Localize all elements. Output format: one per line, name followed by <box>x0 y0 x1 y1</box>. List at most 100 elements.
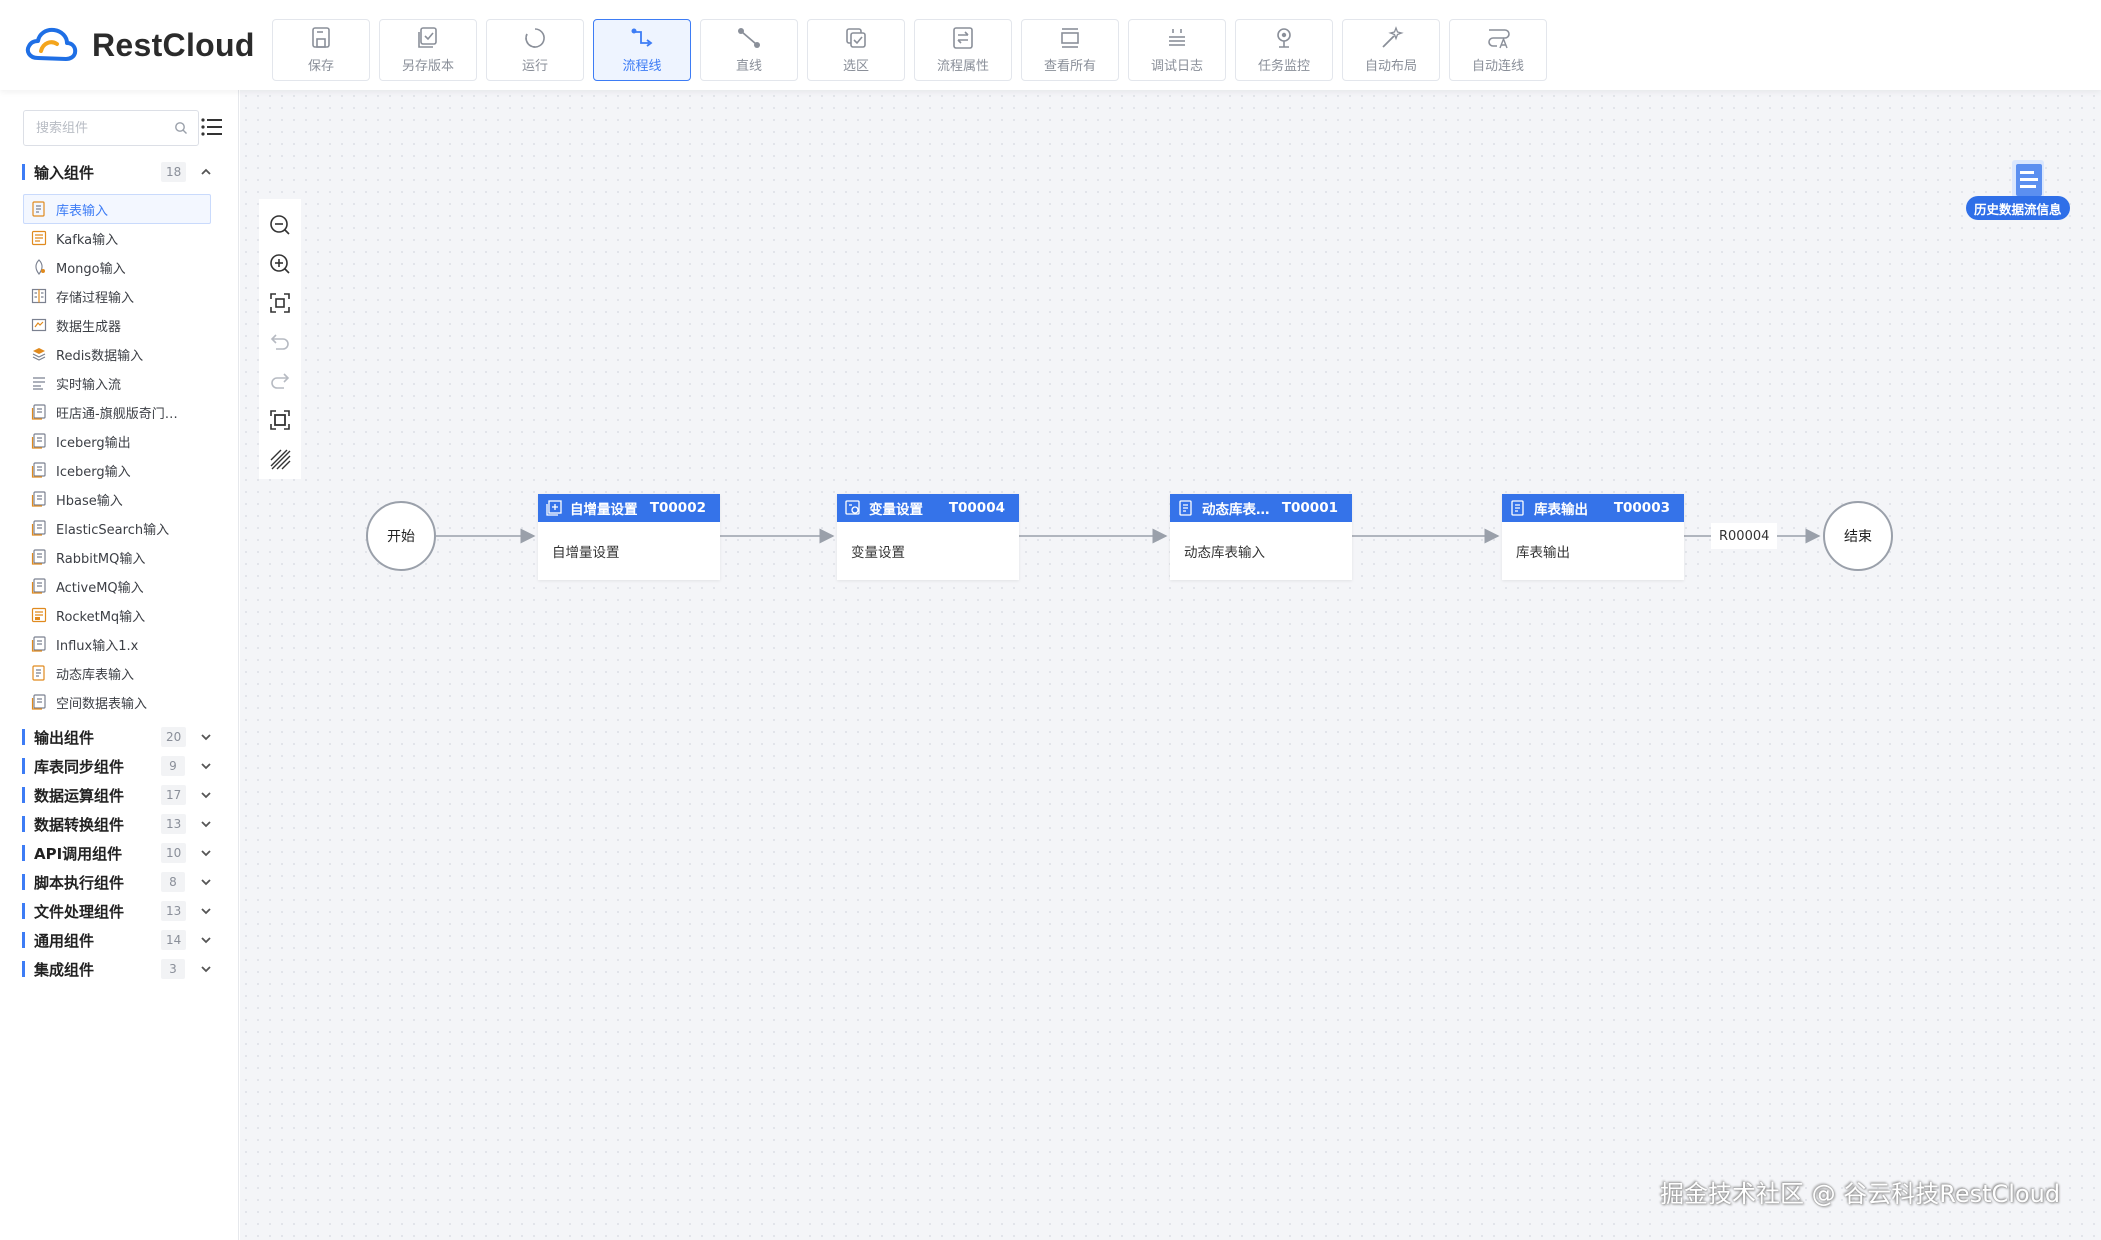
component-item[interactable]: Redis数据输入 <box>23 339 211 369</box>
group-row[interactable]: 输出组件 20 <box>0 721 239 753</box>
flow-line-label: 流程线 <box>622 59 662 74</box>
flow-properties-button[interactable]: 流程属性 <box>914 19 1012 81</box>
group-row[interactable]: 文件处理组件 13 <box>0 895 239 927</box>
task-title: 自增量设置 <box>570 502 638 518</box>
chevron-down-icon[interactable] <box>199 730 213 744</box>
group-row[interactable]: API调用组件 10 <box>0 837 239 869</box>
task-code: T00003 <box>1613 500 1670 516</box>
view-all-icon <box>1061 28 1079 48</box>
task-monitor-button[interactable]: 任务监控 <box>1235 19 1333 81</box>
group-row[interactable]: 数据转换组件 13 <box>0 808 239 840</box>
group-row[interactable]: 脚本执行组件 8 <box>0 866 239 898</box>
document-icon <box>31 694 46 710</box>
start-node[interactable]: 开始 <box>366 501 436 571</box>
view-all-button[interactable]: 查看所有 <box>1021 19 1119 81</box>
component-item[interactable]: Hbase输入 <box>23 484 211 514</box>
group-title: 输出组件 <box>34 728 95 747</box>
group-title: 数据运算组件 <box>34 786 125 805</box>
chevron-up-icon[interactable] <box>199 165 213 179</box>
group-row[interactable]: 数据运算组件 17 <box>0 779 239 811</box>
group-count: 8 <box>161 872 185 892</box>
component-item[interactable]: Influx输入1.x <box>23 629 211 659</box>
toolbar: 保存 另存版本 运行 流程线 直线 选区 流程属性 查看所有 调试日志 任务监控… <box>272 19 1547 81</box>
task-node-header: 变量设置 T00004 <box>837 494 1019 522</box>
task-node-header: 库表输出 T00003 <box>1502 494 1684 522</box>
task-node-t00001[interactable]: 动态库表… T00001 动态库表输入 <box>1170 494 1352 580</box>
debug-log-button[interactable]: 调试日志 <box>1128 19 1226 81</box>
search-input[interactable] <box>34 119 170 137</box>
component-item[interactable]: 动态库表输入 <box>23 658 211 688</box>
component-item[interactable]: Iceberg输入 <box>23 455 211 485</box>
chevron-down-icon[interactable] <box>199 788 213 802</box>
group-count: 14 <box>161 930 187 950</box>
component-item[interactable]: Iceberg输出 <box>23 426 211 456</box>
task-node-t00004[interactable]: 变量设置 T00004 变量设置 <box>837 494 1019 580</box>
straight-line-button[interactable]: 直线 <box>700 19 798 81</box>
group-count: 3 <box>161 959 185 979</box>
group-title: 文件处理组件 <box>34 902 125 921</box>
component-item-label: ElasticSearch输入 <box>56 522 170 538</box>
group-input-components[interactable]: 输入组件 18 <box>0 156 239 188</box>
flow-canvas[interactable]: 历史数据流信息 开始 自增量设置 T00002 自增量设置 变量设置 T0000… <box>240 90 2101 1240</box>
task-description: 变量设置 <box>851 545 905 561</box>
chevron-down-icon[interactable] <box>199 817 213 831</box>
chevron-down-icon[interactable] <box>199 759 213 773</box>
group-count: 9 <box>161 756 185 776</box>
group-title: 输入组件 <box>34 163 95 182</box>
group-marker <box>22 816 25 832</box>
component-item[interactable]: 实时输入流 <box>23 368 211 398</box>
auto-connect-button[interactable]: 自动连线 <box>1449 19 1547 81</box>
task-code: T00002 <box>649 500 706 516</box>
task-description: 动态库表输入 <box>1184 545 1265 561</box>
group-marker <box>22 961 25 977</box>
component-item[interactable]: RabbitMQ输入 <box>23 542 211 572</box>
chevron-down-icon[interactable] <box>199 875 213 889</box>
chevron-down-icon[interactable] <box>199 904 213 918</box>
component-item[interactable]: Mongo输入 <box>23 252 211 282</box>
component-item[interactable]: 旺店通-旗舰版奇门… <box>23 397 211 427</box>
select-area-button[interactable]: 选区 <box>807 19 905 81</box>
chevron-down-icon[interactable] <box>199 933 213 947</box>
search-box <box>23 110 199 146</box>
table-input-icon <box>1179 500 1192 516</box>
component-item[interactable]: ElasticSearch输入 <box>23 513 211 543</box>
group-count: 13 <box>161 814 187 834</box>
component-item-label: 空间数据表输入 <box>56 696 148 712</box>
select-area-icon <box>846 28 866 48</box>
component-item-label: Redis数据输入 <box>56 348 144 364</box>
task-title: 变量设置 <box>869 502 923 518</box>
group-row[interactable]: 集成组件 3 <box>0 953 239 985</box>
end-node[interactable]: 结束 <box>1823 501 1893 571</box>
chevron-down-icon[interactable] <box>199 962 213 976</box>
run-icon <box>525 28 545 48</box>
group-title: 脚本执行组件 <box>34 873 125 892</box>
save-version-button[interactable]: 另存版本 <box>379 19 477 81</box>
auto-layout-button[interactable]: 自动布局 <box>1342 19 1440 81</box>
group-title: 通用组件 <box>34 931 95 950</box>
group-count: 17 <box>161 785 187 805</box>
flow-edges <box>436 528 1821 544</box>
table-output-icon <box>1511 500 1524 516</box>
task-node-t00002[interactable]: 自增量设置 T00002 自增量设置 <box>538 494 720 580</box>
document-icon <box>31 578 46 594</box>
component-item[interactable]: 空间数据表输入 <box>23 687 211 717</box>
edge-label-r00004[interactable]: R00004 <box>1711 523 1778 549</box>
list-view-icon[interactable] <box>200 115 224 139</box>
chevron-down-icon[interactable] <box>199 846 213 860</box>
group-marker <box>22 758 25 774</box>
group-row[interactable]: 库表同步组件 9 <box>0 750 239 782</box>
component-item[interactable]: ActiveMQ输入 <box>23 571 211 601</box>
component-item[interactable]: 数据生成器 <box>23 310 211 340</box>
component-item[interactable]: RocketMq输入 <box>23 600 211 630</box>
search-icon[interactable] <box>174 121 188 135</box>
component-item[interactable]: Kafka输入 <box>23 223 211 253</box>
group-marker <box>22 729 25 745</box>
flow-line-button[interactable]: 流程线 <box>593 19 691 81</box>
run-button[interactable]: 运行 <box>486 19 584 81</box>
task-node-t00003[interactable]: 库表输出 T00003 库表输出 <box>1502 494 1684 580</box>
data-generator-icon <box>31 318 47 332</box>
save-button[interactable]: 保存 <box>272 19 370 81</box>
group-row[interactable]: 通用组件 14 <box>0 924 239 956</box>
component-item[interactable]: 库表输入 <box>23 194 211 224</box>
component-item[interactable]: 存储过程输入 <box>23 281 211 311</box>
